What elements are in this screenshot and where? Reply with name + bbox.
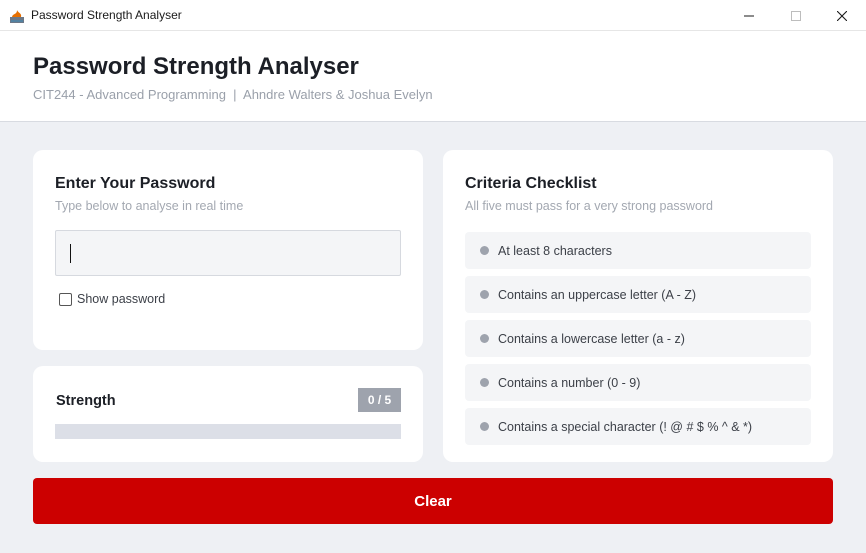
close-button[interactable] [819, 0, 865, 31]
password-card-hint: Type below to analyse in real time [55, 199, 244, 213]
criteria-item: At least 8 characters [465, 232, 811, 269]
close-icon [837, 10, 847, 21]
strength-label: Strength [56, 393, 116, 409]
password-card: Enter Your Password Type below to analys… [33, 150, 423, 350]
app-header: Password Strength Analyser CIT244 - Adva… [0, 31, 866, 122]
status-dot-icon [480, 422, 489, 431]
window-title: Password Strength Analyser [31, 8, 182, 22]
criteria-item: Contains a special character (! @ # $ % … [465, 408, 811, 445]
show-password-toggle[interactable]: Show password [59, 292, 165, 306]
strength-card: Strength 0 / 5 [33, 366, 423, 462]
criteria-item-label: Contains a number (0 - 9) [498, 375, 641, 390]
show-password-checkbox[interactable] [59, 292, 72, 306]
criteria-item: Contains a lowercase letter (a - z) [465, 320, 811, 357]
criteria-item-label: Contains a special character (! @ # $ % … [498, 419, 753, 434]
strength-progress-bar [55, 424, 401, 439]
criteria-item-label: Contains a lowercase letter (a - z) [498, 331, 685, 346]
clear-button[interactable]: Clear [33, 478, 833, 524]
criteria-list: At least 8 characters Contains an upperc… [465, 232, 811, 452]
status-dot-icon [480, 334, 489, 343]
page-title: Password Strength Analyser [33, 53, 359, 80]
show-password-label: Show password [77, 292, 166, 306]
minimize-button[interactable] [726, 0, 772, 31]
minimize-icon [744, 15, 754, 16]
criteria-item-label: At least 8 characters [498, 243, 612, 258]
text-caret [70, 244, 71, 263]
window-titlebar: Password Strength Analyser [0, 0, 866, 31]
criteria-item: Contains a number (0 - 9) [465, 364, 811, 401]
criteria-item-label: Contains an uppercase letter (A - Z) [498, 287, 697, 302]
maximize-icon [791, 10, 801, 21]
criteria-item: Contains an uppercase letter (A - Z) [465, 276, 811, 313]
strength-score-badge: 0 / 5 [358, 388, 401, 412]
java-app-icon [10, 10, 24, 23]
password-input[interactable] [55, 230, 401, 276]
criteria-card: Criteria Checklist All five must pass fo… [443, 150, 833, 462]
status-dot-icon [480, 378, 489, 387]
password-card-title: Enter Your Password [55, 175, 216, 192]
page-subtitle: CIT244 - Advanced Programming | Ahndre W… [33, 87, 433, 102]
criteria-card-hint: All five must pass for a very strong pas… [465, 199, 714, 213]
status-dot-icon [480, 290, 489, 299]
maximize-button[interactable] [773, 0, 819, 31]
status-dot-icon [480, 246, 489, 255]
criteria-card-title: Criteria Checklist [465, 175, 597, 192]
